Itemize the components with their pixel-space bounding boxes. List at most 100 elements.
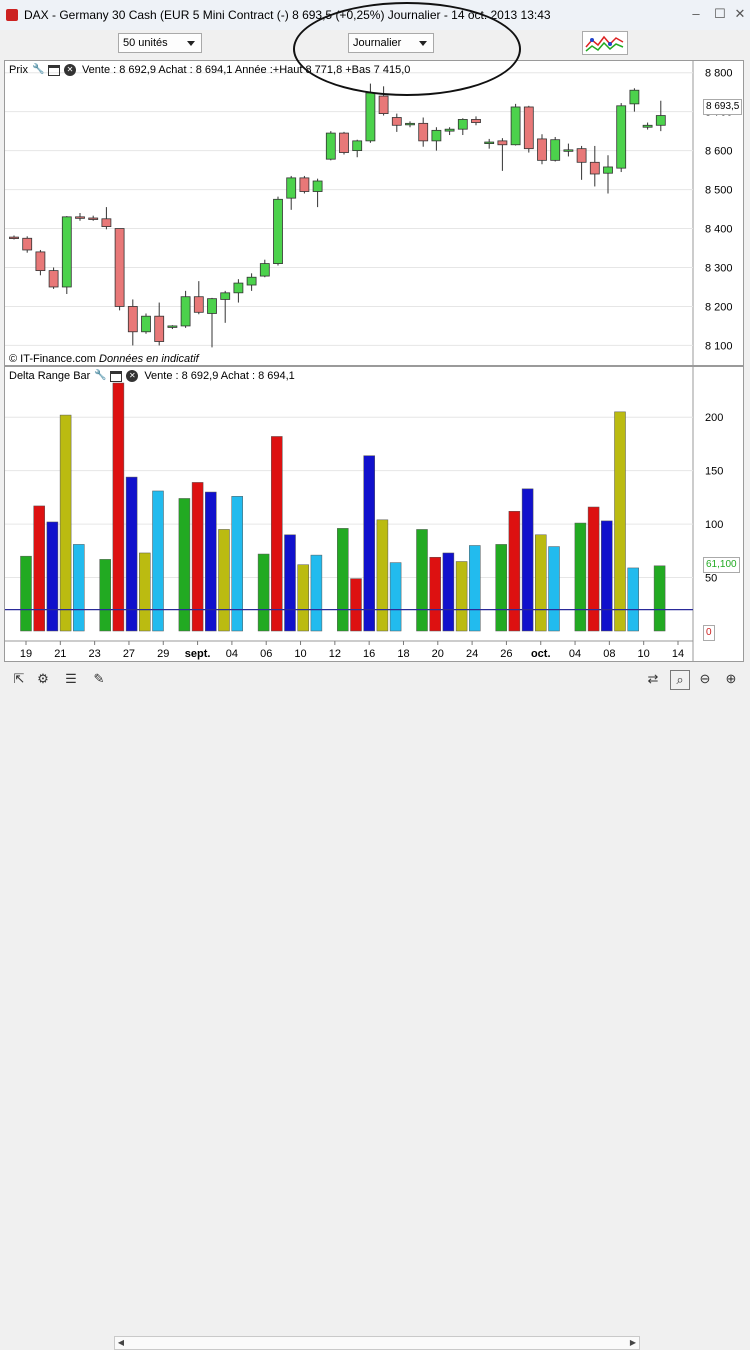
candle-body bbox=[299, 177, 310, 192]
app-icon bbox=[6, 9, 18, 21]
close-button[interactable]: ✕ bbox=[730, 6, 750, 22]
x-tick-label: 29 bbox=[157, 648, 169, 660]
sync-icon[interactable]: ⇄ bbox=[644, 670, 662, 688]
cursor-icon[interactable]: ⇱ bbox=[10, 670, 28, 688]
candle-body bbox=[603, 166, 613, 174]
period-value: Journalier bbox=[353, 37, 402, 49]
delta-bar bbox=[46, 521, 59, 632]
data-credit: © IT-Finance.com Données en indicatif bbox=[9, 353, 199, 365]
indicators-icon[interactable]: ⚙ bbox=[34, 670, 52, 688]
candle bbox=[9, 235, 19, 240]
x-tick-label: 24 bbox=[466, 648, 478, 660]
candle-body bbox=[431, 129, 442, 142]
zero-value-badge: 0 bbox=[703, 625, 715, 641]
candle-body bbox=[589, 161, 600, 175]
horizontal-scrollbar[interactable]: ◀ ▶ bbox=[114, 1336, 640, 1350]
delta-bar bbox=[574, 522, 587, 632]
list-icon[interactable]: ☰ bbox=[62, 670, 80, 688]
maximize-button[interactable]: ☐ bbox=[710, 6, 730, 22]
x-tick-label: 10 bbox=[638, 648, 650, 660]
delta-panel-name: Delta Range Bar bbox=[9, 370, 91, 382]
zoom-out-icon[interactable]: ⊖ bbox=[696, 670, 714, 688]
candle-body bbox=[339, 132, 349, 153]
window-icon[interactable] bbox=[47, 64, 60, 76]
scroll-right-icon[interactable]: ▶ bbox=[627, 1337, 639, 1349]
candle-body bbox=[35, 251, 46, 272]
candle bbox=[523, 105, 534, 153]
delta-bar bbox=[455, 561, 468, 632]
candle-body bbox=[61, 216, 72, 288]
delta-bar bbox=[284, 534, 296, 632]
candle-body bbox=[352, 140, 363, 152]
candle-body bbox=[365, 92, 376, 142]
candle-body bbox=[537, 138, 547, 161]
price-chart[interactable]: 8 8008 7008 6008 5008 4008 3008 2008 100 bbox=[5, 61, 743, 365]
price-tick-label: 8 300 bbox=[705, 262, 733, 274]
candle-body bbox=[75, 216, 85, 219]
candle bbox=[114, 228, 125, 311]
zoom-in-icon[interactable]: ⊕ bbox=[722, 670, 740, 688]
delta-bar bbox=[297, 564, 309, 632]
candle bbox=[246, 273, 257, 291]
candle-body bbox=[167, 325, 178, 328]
delta-bar bbox=[73, 544, 85, 632]
delta-bar bbox=[337, 528, 349, 632]
candle bbox=[391, 113, 402, 132]
delta-bar bbox=[20, 555, 32, 632]
x-tick-label: 20 bbox=[432, 648, 444, 660]
window-icon[interactable] bbox=[110, 370, 123, 382]
delta-bar bbox=[469, 545, 481, 632]
candle bbox=[603, 155, 613, 194]
zoom-fit-icon[interactable]: ⌕ bbox=[670, 670, 690, 690]
candle-body bbox=[180, 296, 191, 327]
close-icon[interactable]: ✕ bbox=[126, 370, 139, 382]
candle bbox=[22, 236, 33, 253]
candle bbox=[259, 259, 270, 278]
delta-chart[interactable]: 20015010050 19 21 23 27 29 sept. 04 06 10 12 16 18 2… bbox=[5, 367, 743, 661]
units-dropdown[interactable]: 50 unités bbox=[118, 33, 202, 53]
candle-body bbox=[484, 141, 495, 144]
delta-tick-label: 50 bbox=[705, 573, 717, 585]
wrench-icon[interactable]: 🔧 bbox=[94, 370, 106, 382]
candle-body bbox=[523, 106, 534, 150]
candle bbox=[629, 88, 640, 112]
candle-body bbox=[207, 298, 217, 314]
delta-bar bbox=[33, 505, 45, 632]
candle bbox=[457, 118, 468, 136]
x-tick-label: 10 bbox=[294, 648, 306, 660]
candle bbox=[312, 178, 323, 208]
delta-bar bbox=[442, 552, 455, 632]
delta-tick-label: 150 bbox=[705, 466, 723, 478]
delta-bar bbox=[271, 436, 283, 632]
x-tick-label: 14 bbox=[672, 648, 684, 660]
minimize-button[interactable]: – bbox=[686, 6, 706, 22]
candle bbox=[286, 175, 297, 210]
delta-panel: 200 150 100 50 19 21 23 27 29 sept. 04 06 10 12 16 18 2… bbox=[4, 366, 744, 662]
candle bbox=[616, 103, 627, 173]
candle bbox=[352, 139, 363, 158]
chart-style-button[interactable] bbox=[582, 31, 628, 55]
candle bbox=[141, 313, 151, 334]
candle-body bbox=[550, 139, 561, 161]
candle bbox=[48, 267, 59, 289]
candle-body bbox=[457, 119, 468, 130]
price-tick-label: 8 400 bbox=[705, 224, 733, 236]
delta-panel-info: Vente : 8 692,9 Achat : 8 694,1 bbox=[144, 370, 295, 382]
wrench-icon[interactable]: 🔧 bbox=[32, 64, 44, 76]
delta-bar bbox=[112, 382, 125, 632]
candle bbox=[273, 196, 283, 266]
close-icon[interactable]: ✕ bbox=[63, 64, 76, 76]
price-tick-label: 8 600 bbox=[705, 146, 733, 158]
drawing-icon[interactable]: ✎ bbox=[90, 670, 108, 688]
price-tick-label: 8 800 bbox=[705, 68, 733, 80]
delta-bar bbox=[587, 506, 600, 632]
scroll-left-icon[interactable]: ◀ bbox=[115, 1337, 127, 1349]
candle bbox=[233, 279, 244, 303]
candle bbox=[180, 290, 191, 328]
delta-bar bbox=[495, 544, 507, 632]
candle-body bbox=[22, 237, 33, 251]
candle-body bbox=[246, 276, 257, 286]
candle-body bbox=[127, 306, 138, 333]
period-dropdown[interactable]: Journalier bbox=[348, 33, 434, 53]
candle bbox=[88, 215, 99, 221]
